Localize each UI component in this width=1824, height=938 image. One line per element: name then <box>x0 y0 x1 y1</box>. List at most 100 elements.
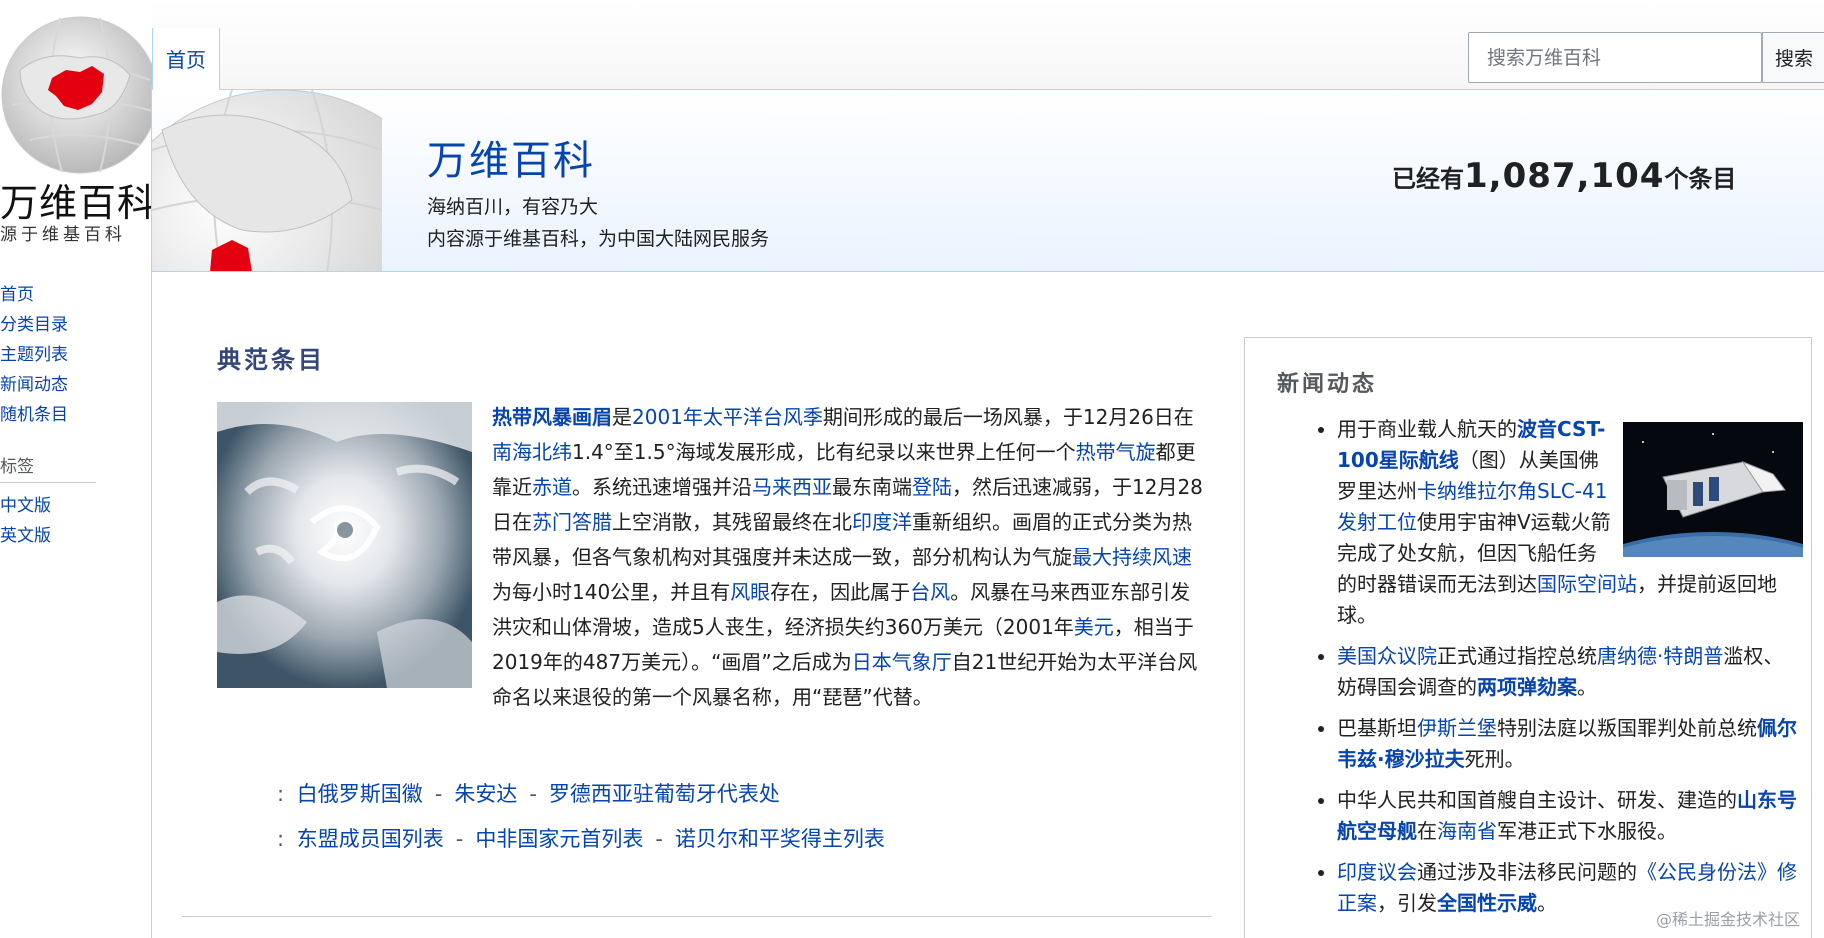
text: 正式通过指控总统 <box>1437 644 1597 668</box>
logo-subtitle: 源于维基百科 <box>0 225 126 245</box>
text: 期间形成的最后一场风暴，于12月26日在 <box>822 405 1194 429</box>
text: 。 <box>1577 675 1597 699</box>
link-usd[interactable]: 美元 <box>1074 615 1114 639</box>
link-juanda[interactable]: 朱安达 <box>454 782 517 806</box>
link-2001-season[interactable]: 2001年太平洋台风季 <box>632 405 823 429</box>
text: 最东南端 <box>832 475 912 499</box>
link-landfall[interactable]: 登陆 <box>912 475 952 499</box>
featured-article-body: 热带风暴画眉是2001年太平洋台风季期间形成的最后一场风暴，于12月26日在南海… <box>217 400 1207 715</box>
search-box: 搜索 <box>1468 32 1824 83</box>
sidebar: 万维百科 源于维基百科 首页 分类目录 主题列表 新闻动态 随机条目 标签 中文… <box>0 0 152 938</box>
news-item: 用于商业载人航天的波音CST-100星际航线（图）从美国佛罗里达州卡纳维拉尔角S… <box>1337 414 1803 631</box>
link-hainan[interactable]: 海南省 <box>1437 819 1497 843</box>
link-iss[interactable]: 国际空间站 <box>1537 572 1637 596</box>
storm-satellite-image[interactable] <box>217 402 472 688</box>
link-eye[interactable]: 风眼 <box>730 580 770 604</box>
text: 在 <box>1417 819 1437 843</box>
link-house-of-representatives[interactable]: 美国众议院 <box>1337 644 1437 668</box>
sidebar-item-english[interactable]: 英文版 <box>0 521 152 551</box>
link-impeachment[interactable]: 两项弹劾案 <box>1477 675 1577 699</box>
news-item: 美国众议院正式通过指控总统唐纳德·特朗普滥权、妨碍国会调查的两项弹劾案。 <box>1337 641 1797 703</box>
watermark: @稀土掘金技术社区 <box>1656 910 1801 929</box>
text: 为每小时140公里，并且有 <box>492 580 731 604</box>
link-indian-parliament[interactable]: 印度议会 <box>1337 860 1417 884</box>
link-rhodesia-mission[interactable]: 罗德西亚驻葡萄牙代表处 <box>549 782 780 806</box>
link-max-sustained-wind[interactable]: 最大持续风速 <box>1072 545 1192 569</box>
globe-logo-icon <box>1 16 152 174</box>
sidebar-divider <box>0 482 96 483</box>
text: 通过涉及非法移民问题的 <box>1417 860 1637 884</box>
text: 存在，因此属于 <box>770 580 911 604</box>
main-banner: 万维百科 海纳百川，有容乃大 内容源于维基百科，为中国大陆网民服务 已经有1,0… <box>152 90 1824 272</box>
text: 用于商业载人航天的 <box>1337 417 1517 441</box>
sidebar-item-topics[interactable]: 主题列表 <box>0 340 152 370</box>
separator: - <box>434 782 443 806</box>
section-divider <box>182 916 1212 917</box>
link-typhoon[interactable]: 台风 <box>910 580 950 604</box>
count-suffix: 个条目 <box>1664 165 1737 193</box>
link-south-china-sea[interactable]: 南海 <box>492 440 532 464</box>
news-section: 新闻动态 用于商业载人航天的波音CST-100星际航线（图）从美国佛罗里达州卡纳… <box>1244 337 1812 938</box>
tab-home[interactable]: 首页 <box>152 28 220 90</box>
news-list: 用于商业载人航天的波音CST-100星际航线（图）从美国佛罗里达州卡纳维拉尔角S… <box>1337 414 1803 929</box>
link-car-heads-of-state[interactable]: 中非国家元首列表 <box>475 827 643 851</box>
banner-source-note: 内容源于维基百科，为中国大陆网民服务 <box>427 228 770 250</box>
link-asean-members[interactable]: 东盟成员国列表 <box>297 827 444 851</box>
link-north-latitude[interactable]: 北纬 <box>532 440 572 464</box>
separator: - <box>655 827 663 851</box>
site-logo[interactable]: 万维百科 源于维基百科 <box>0 0 152 250</box>
banner-globe-icon <box>152 90 382 271</box>
link-indian-ocean[interactable]: 印度洋 <box>852 510 912 534</box>
banner-tagline: 海纳百川，有容乃大 <box>427 196 599 218</box>
featured-heading: 典范条目 <box>217 346 325 374</box>
featured-related-links: : 白俄罗斯国徽 - 朱安达 - 罗德西亚驻葡萄牙代表处 : 东盟成员国列表 - 中非国家元… <box>277 772 885 862</box>
text: 死刑。 <box>1464 747 1525 771</box>
link-islamabad[interactable]: 伊斯兰堡 <box>1417 716 1497 740</box>
count-prefix: 已经有 <box>1392 165 1464 193</box>
separator: - <box>529 782 537 806</box>
link-nobel-peace-laureates[interactable]: 诺贝尔和平奖得主列表 <box>675 827 885 851</box>
sidebar-item-categories[interactable]: 分类目录 <box>0 310 152 340</box>
text: 1.4°至1.5°海域发展形成，比有纪录以来世界上任何一个 <box>572 440 1076 464</box>
sidebar-item-chinese[interactable]: 中文版 <box>0 491 152 521</box>
news-item: 中华人民共和国首艘自主设计、研发、建造的山东号航空母舰在海南省军港正式下水服役。 <box>1337 785 1797 847</box>
separator: - <box>455 827 464 851</box>
link-storm-title[interactable]: 热带风暴画眉 <box>492 405 612 429</box>
text: 。 <box>1537 891 1557 915</box>
starliner-capsule-image[interactable] <box>1623 422 1803 557</box>
text: 军港正式下水服役。 <box>1497 819 1677 843</box>
banner-title[interactable]: 万维百科 <box>427 128 595 186</box>
sidebar-tags-heading: 标签 <box>0 457 34 477</box>
news-heading: 新闻动态 <box>1277 372 1378 397</box>
search-button[interactable]: 搜索 <box>1762 32 1824 83</box>
link-equator[interactable]: 赤道 <box>532 475 572 499</box>
article-count: 已经有1,087,104个条目 <box>1392 156 1736 196</box>
news-item: 巴基斯坦伊斯兰堡特别法庭以叛国罪判处前总统佩尔韦兹·穆沙拉夫死刑。 <box>1337 713 1797 775</box>
featured-article-section: 典范条目 热带风暴画眉是2001年太平洋台风季期间形成的最后一场风暴，于12月2… <box>217 340 1207 851</box>
link-nationwide-protests[interactable]: 全国性示威 <box>1437 891 1537 915</box>
text: 上空消散，其残留最终在北 <box>612 510 852 534</box>
link-sumatra[interactable]: 苏门答腊 <box>532 510 612 534</box>
count-number: 1,087,104 <box>1464 156 1665 196</box>
text: 是 <box>612 405 632 429</box>
sidebar-nav: 首页 分类目录 主题列表 新闻动态 随机条目 标签 中文版 英文版 <box>0 280 152 551</box>
sidebar-item-news[interactable]: 新闻动态 <box>0 370 152 400</box>
sidebar-item-random[interactable]: 随机条目 <box>0 400 152 430</box>
text: 中华人民共和国首艘自主设计、研发、建造的 <box>1337 788 1737 812</box>
text: 特别法庭以叛国罪判处前总统 <box>1497 716 1757 740</box>
featured-lists-row: : 东盟成员国列表 - 中非国家元首列表 - 诺贝尔和平奖得主列表 <box>277 817 885 862</box>
search-input[interactable] <box>1468 32 1762 83</box>
colon: : <box>277 827 285 851</box>
sidebar-item-home[interactable]: 首页 <box>0 280 152 310</box>
text: ，引发 <box>1377 891 1437 915</box>
link-jma[interactable]: 日本气象厅 <box>852 650 952 674</box>
recent-featured-row: : 白俄罗斯国徽 - 朱安达 - 罗德西亚驻葡萄牙代表处 <box>277 772 885 817</box>
link-tropical-cyclone[interactable]: 热带气旋 <box>1076 440 1156 464</box>
text: 。系统迅速增强并沿 <box>572 475 752 499</box>
link-donald-trump[interactable]: 唐纳德·特朗普 <box>1597 644 1723 668</box>
colon: : <box>277 782 285 806</box>
link-belarus-emblem[interactable]: 白俄罗斯国徽 <box>297 782 423 806</box>
logo-title: 万维百科 <box>0 181 152 225</box>
link-malaysia[interactable]: 马来西亚 <box>752 475 832 499</box>
text: 巴基斯坦 <box>1337 716 1417 740</box>
